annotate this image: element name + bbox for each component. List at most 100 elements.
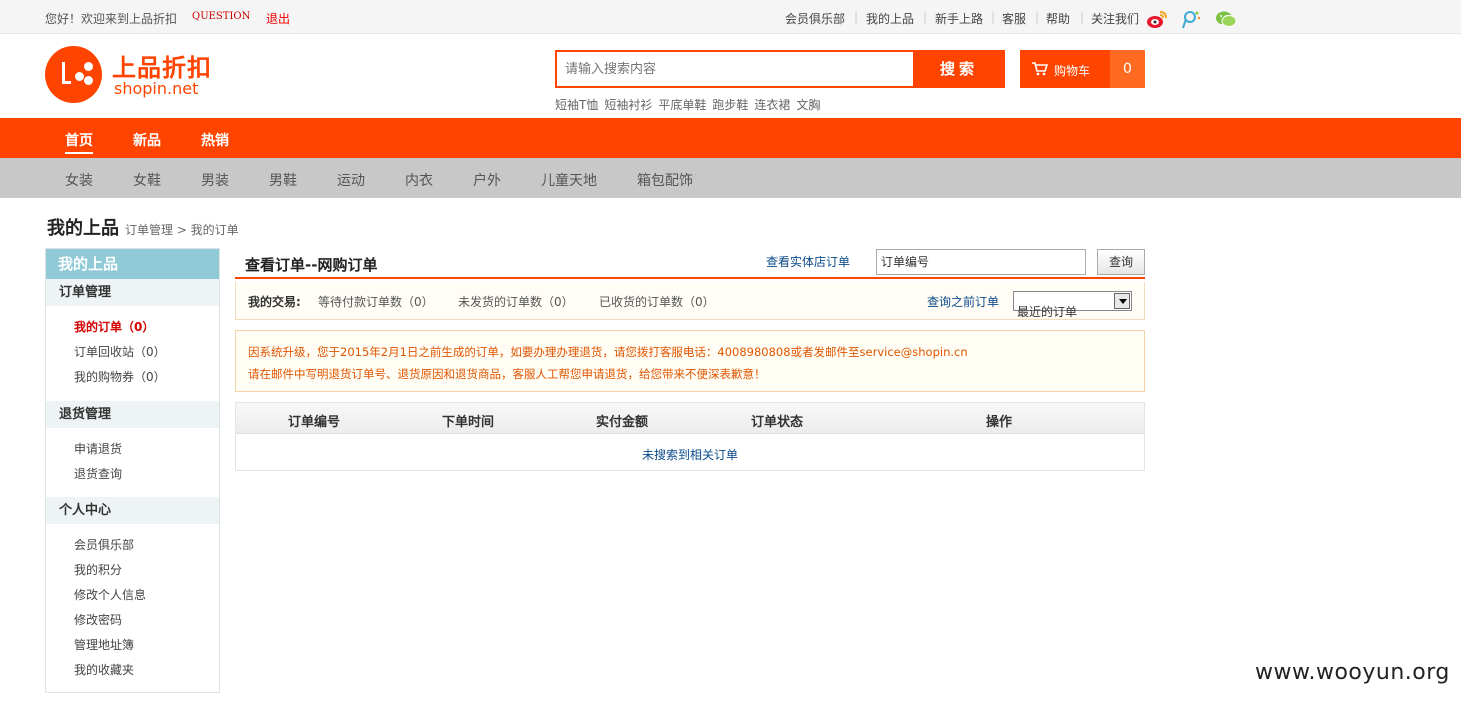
top-bar: 您好！欢迎来到上品折扣 QUESTION 退出 会员俱乐部 | 我的上品 | 新… bbox=[0, 0, 1461, 34]
follow-us-label: 关注我们 bbox=[1091, 12, 1140, 26]
cart-count: 0 bbox=[1110, 50, 1145, 88]
logout-link[interactable]: 退出 bbox=[266, 10, 290, 27]
nav-new[interactable]: 新品 bbox=[133, 130, 161, 150]
tencent-weibo-icon[interactable] bbox=[1180, 9, 1202, 29]
hotword-link[interactable]: 连衣裙 bbox=[754, 98, 790, 112]
category-women-shoes[interactable]: 女鞋 bbox=[133, 170, 161, 190]
cart-label: 购物车 bbox=[1054, 64, 1091, 78]
hotword-link[interactable]: 平底单鞋 bbox=[658, 98, 706, 112]
order-number-input[interactable]: 订单编号 bbox=[876, 249, 1086, 275]
empty-orders-message: 未搜索到相关订单 bbox=[641, 448, 738, 462]
table-header: 订单编号 下单时间 实付金额 订单状态 操作 bbox=[236, 403, 1144, 434]
separator: | bbox=[854, 10, 859, 24]
sidebar-item-change-password[interactable]: 修改密码 bbox=[74, 611, 122, 628]
weibo-icon[interactable] bbox=[1146, 9, 1168, 29]
shopin-logo-icon[interactable] bbox=[45, 46, 102, 103]
brand-name[interactable]: 上品折扣 bbox=[112, 48, 212, 83]
search-box bbox=[555, 50, 915, 88]
sidebar-item-member-club[interactable]: 会员俱乐部 bbox=[74, 536, 134, 553]
nav-home[interactable]: 首页 bbox=[65, 130, 93, 154]
sidebar-group-orders-items: 我的订单（0） 订单回收站（0） 我的购物券（0） bbox=[46, 306, 219, 401]
trade-label: 我的交易: bbox=[248, 295, 301, 309]
member-club-link[interactable]: 会员俱乐部 bbox=[785, 10, 845, 27]
sidebar-group-orders: 订单管理 bbox=[46, 279, 219, 306]
category-men-shoes[interactable]: 男鞋 bbox=[269, 170, 297, 190]
sidebar-item-address-book[interactable]: 管理地址簿 bbox=[74, 636, 134, 653]
sidebar-item-coupons[interactable]: 我的购物券（0） bbox=[74, 368, 166, 385]
pending-payment-stat[interactable]: 等待付款订单数（0） bbox=[318, 293, 434, 310]
nav-hot[interactable]: 热销 bbox=[201, 130, 229, 150]
hotword-link[interactable]: 短袖衬衫 bbox=[604, 98, 652, 112]
orders-tab-title[interactable]: 查看订单--网购订单 bbox=[245, 254, 377, 275]
query-button[interactable]: 查询 bbox=[1097, 249, 1145, 275]
breadcrumb: 订单管理 > 我的订单 bbox=[125, 223, 239, 237]
separator: | bbox=[1080, 10, 1085, 24]
notice-line-1: 因系统升级，您于2015年2月1日之前生成的订单，如要办理办理退货，请您拨打客服… bbox=[248, 345, 968, 359]
logo-dot bbox=[75, 72, 84, 81]
sidebar-item-edit-profile[interactable]: 修改个人信息 bbox=[74, 586, 146, 603]
newbie-link[interactable]: 新手上路 bbox=[935, 10, 983, 27]
sidebar-item-return-query[interactable]: 退货查询 bbox=[74, 465, 122, 482]
sidebar-header: 我的上品 bbox=[46, 249, 219, 279]
category-sports[interactable]: 运动 bbox=[337, 170, 365, 190]
sidebar-group-personal-items: 会员俱乐部 我的积分 修改个人信息 修改密码 管理地址簿 我的收藏夹 bbox=[46, 524, 219, 694]
customer-service-link[interactable]: 客服 bbox=[1002, 10, 1026, 27]
category-women[interactable]: 女装 bbox=[65, 170, 93, 190]
logo-dot bbox=[84, 62, 93, 71]
question-link[interactable]: QUESTION bbox=[192, 11, 250, 22]
sidebar-item-points[interactable]: 我的积分 bbox=[74, 561, 122, 578]
notice-line-2: 请在邮件中写明退货订单号、退货原因和退货商品，客服人工帮您申请退货，给您带来不便… bbox=[248, 367, 766, 381]
sidebar: 我的上品 订单管理 我的订单（0） 订单回收站（0） 我的购物券（0） 退货管理… bbox=[45, 248, 220, 693]
sidebar-group-personal: 个人中心 bbox=[46, 497, 219, 524]
sidebar-item-favorites[interactable]: 我的收藏夹 bbox=[74, 661, 134, 678]
sidebar-item-my-orders[interactable]: 我的订单（0） bbox=[74, 318, 154, 335]
col-order-time: 下单时间 bbox=[442, 415, 495, 430]
my-shopin-link[interactable]: 我的上品 bbox=[866, 10, 914, 27]
watermark: www.wooyun.org bbox=[1255, 660, 1450, 685]
order-range-value: 最近的订单 bbox=[1017, 305, 1078, 319]
sidebar-group-returns: 退货管理 bbox=[46, 401, 219, 428]
logo-mark bbox=[62, 62, 71, 84]
col-order-status: 订单状态 bbox=[751, 415, 804, 430]
page-title: 我的上品 bbox=[47, 218, 119, 239]
order-range-select[interactable]: 最近的订单 bbox=[1013, 291, 1132, 319]
separator: | bbox=[1035, 10, 1040, 24]
hotword-link[interactable]: 短袖T恤 bbox=[555, 98, 598, 112]
category-outdoor[interactable]: 户外 bbox=[473, 170, 501, 190]
hotword-link[interactable]: 跑步鞋 bbox=[712, 98, 748, 112]
orders-table: 订单编号 下单时间 实付金额 订单状态 操作 未搜索到相关订单 bbox=[235, 402, 1145, 471]
sidebar-group-returns-items: 申请退货 退货查询 bbox=[46, 428, 219, 497]
search-input[interactable] bbox=[557, 52, 913, 86]
store-orders-link[interactable]: 查看实体店订单 bbox=[766, 253, 850, 270]
my-trade-bar: 我的交易: 等待付款订单数（0） 未发货的订单数（0） 已收货的订单数（0） 查… bbox=[235, 282, 1145, 320]
help-link[interactable]: 帮助 bbox=[1046, 10, 1070, 27]
greeting-text: 您好！欢迎来到上品折扣 bbox=[45, 12, 178, 26]
dropdown-arrow-icon[interactable] bbox=[1114, 293, 1130, 309]
category-nav: 女装 女鞋 男装 男鞋 运动 内衣 户外 儿童天地 箱包配饰 bbox=[0, 158, 1461, 198]
col-order-number: 订单编号 bbox=[288, 415, 341, 430]
separator: | bbox=[991, 10, 996, 24]
brand-domain[interactable]: shopin.net bbox=[114, 79, 198, 98]
cart-button[interactable]: 购物车 0 bbox=[1020, 50, 1145, 88]
return-notice: 因系统升级，您于2015年2月1日之前生成的订单，如要办理办理退货，请您拨打客服… bbox=[235, 330, 1145, 392]
cart-icon bbox=[1032, 62, 1048, 76]
received-stat[interactable]: 已收货的订单数（0） bbox=[599, 293, 715, 310]
previous-orders-link[interactable]: 查询之前订单 bbox=[927, 293, 999, 310]
hotword-link[interactable]: 文胸 bbox=[796, 98, 820, 112]
sidebar-item-order-recycle[interactable]: 订单回收站（0） bbox=[74, 343, 166, 360]
unshipped-stat[interactable]: 未发货的订单数（0） bbox=[458, 293, 574, 310]
sidebar-item-apply-return[interactable]: 申请退货 bbox=[74, 440, 122, 457]
col-actions: 操作 bbox=[986, 415, 1013, 430]
category-underwear[interactable]: 内衣 bbox=[405, 170, 433, 190]
separator: | bbox=[923, 10, 928, 24]
tab-underline bbox=[235, 277, 1145, 279]
category-bags[interactable]: 箱包配饰 bbox=[637, 170, 693, 190]
wechat-icon[interactable] bbox=[1215, 9, 1237, 29]
category-kids[interactable]: 儿童天地 bbox=[541, 170, 597, 190]
hot-keywords: 短袖T恤 短袖衬衫 平底单鞋 跑步鞋 连衣裙 文胸 bbox=[555, 96, 826, 113]
category-men[interactable]: 男装 bbox=[201, 170, 229, 190]
logo-dot bbox=[84, 76, 93, 85]
col-amount-paid: 实付金额 bbox=[596, 415, 649, 430]
search-button[interactable]: 搜索 bbox=[913, 50, 1005, 88]
main-nav: 首页 新品 热销 bbox=[0, 118, 1461, 158]
